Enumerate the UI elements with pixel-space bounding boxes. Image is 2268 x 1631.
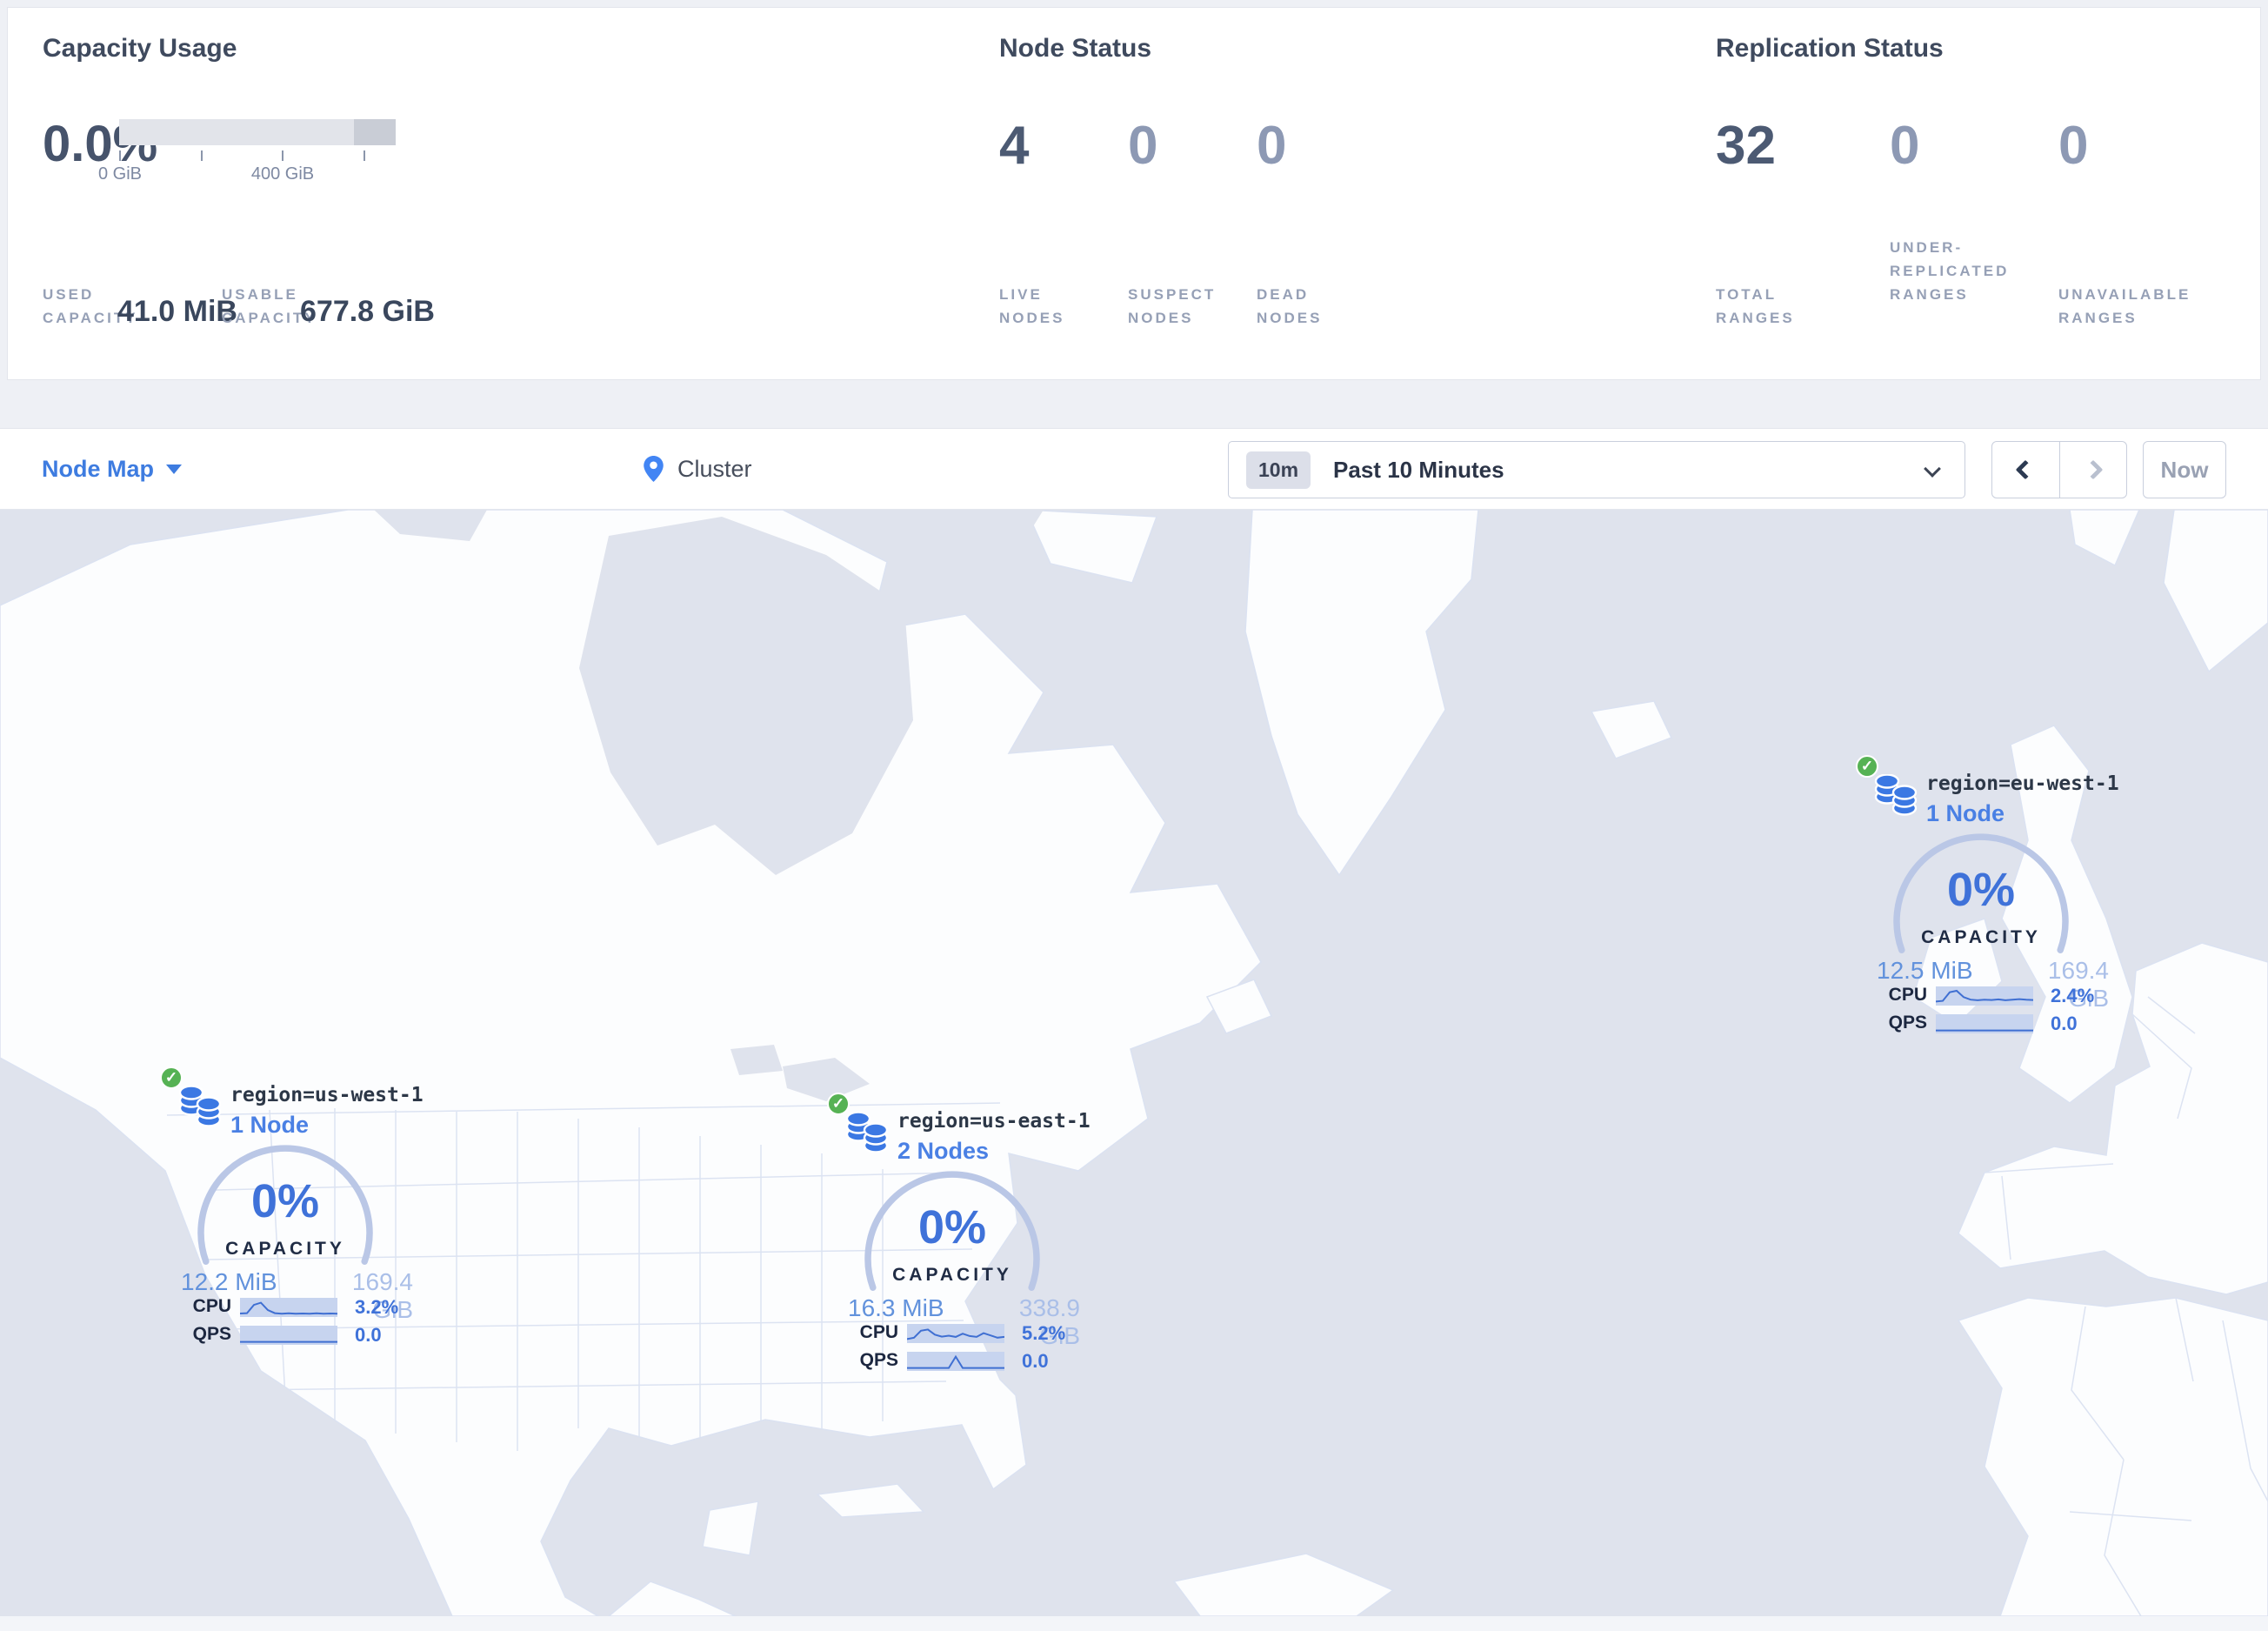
qps-value: 0.0 bbox=[1022, 1350, 1049, 1372]
suspect-nodes-label: SUSPECT NODES bbox=[1128, 286, 1217, 327]
capacity-percent-value: 0% bbox=[917, 1201, 987, 1253]
database-stack-icon bbox=[1874, 774, 1918, 816]
capacity-percent-value: 0% bbox=[1946, 864, 2016, 916]
axis-tick bbox=[364, 150, 365, 161]
qps-label: QPS bbox=[192, 1324, 231, 1344]
node-status-title: Node Status bbox=[999, 34, 1152, 63]
region-label: region=us-east-1 bbox=[897, 1110, 1091, 1133]
region-marker[interactable]: ✓ region=us-east-1 2 Nodes 0% CAPACITY 1… bbox=[813, 1093, 1100, 1388]
used-capacity-value: 41.0 MiB bbox=[117, 295, 237, 328]
qps-sparkline bbox=[240, 1326, 337, 1345]
breadcrumb-cluster[interactable]: Cluster bbox=[644, 429, 752, 509]
capacity-bar-other-segment bbox=[354, 119, 396, 145]
chevron-left-icon bbox=[2015, 459, 2036, 480]
tick-label-400: 400 GiB bbox=[250, 164, 315, 184]
view-mode-dropdown[interactable]: Node Map bbox=[42, 429, 183, 509]
qps-value: 0.0 bbox=[355, 1324, 382, 1346]
capacity-gauge-label: CAPACITY bbox=[225, 1239, 345, 1259]
now-button[interactable]: Now bbox=[2143, 441, 2226, 498]
tick-label-0: 0 GiB bbox=[97, 164, 143, 184]
under-replicated-count: 0 bbox=[1890, 116, 1920, 176]
cpu-sparkline bbox=[907, 1324, 1004, 1343]
time-range-dropdown[interactable]: 10m Past 10 Minutes bbox=[1228, 441, 1965, 498]
node-map bbox=[0, 510, 2268, 1616]
total-ranges-count: 32 bbox=[1716, 116, 1776, 176]
time-range-label: Past 10 Minutes bbox=[1333, 456, 1504, 483]
used-capacity-value: 12.5 MiB bbox=[1877, 957, 1973, 984]
breadcrumb-label: Cluster bbox=[677, 455, 752, 482]
cluster-summary-panel: Capacity Usage 0.0% 0 GiB 400 GiB USED C… bbox=[7, 7, 2261, 380]
region-label: region=us-west-1 bbox=[230, 1084, 424, 1106]
qps-label: QPS bbox=[1888, 1013, 1927, 1033]
axis-tick bbox=[119, 150, 121, 161]
live-nodes-label: LIVE NODES bbox=[999, 286, 1065, 327]
axis-tick bbox=[201, 150, 203, 161]
qps-sparkline bbox=[1936, 1014, 2033, 1033]
cpu-label: CPU bbox=[192, 1296, 231, 1316]
dead-nodes-label: DEAD NODES bbox=[1257, 286, 1323, 327]
region-marker[interactable]: ✓ region=eu-west-1 1 Node 0% CAPACITY 12… bbox=[1842, 755, 2129, 1051]
cpu-value: 5.2% bbox=[1022, 1322, 1066, 1344]
unavailable-label: UNAVAILABLE RANGES bbox=[2058, 286, 2191, 327]
under-replicated-label: UNDER-REPLICATED RANGES bbox=[1890, 239, 2010, 304]
view-mode-label: Node Map bbox=[42, 455, 155, 482]
cpu-value: 3.2% bbox=[355, 1296, 399, 1318]
replication-status-title: Replication Status bbox=[1716, 34, 1944, 63]
landmasses bbox=[0, 510, 2268, 1616]
live-nodes-count: 4 bbox=[999, 116, 1030, 176]
time-next-button[interactable] bbox=[2058, 442, 2127, 498]
location-pin-icon bbox=[644, 456, 664, 482]
region-marker[interactable]: ✓ region=us-west-1 1 Node 0% CAPACITY 12… bbox=[146, 1066, 433, 1362]
qps-value: 0.0 bbox=[2051, 1013, 2078, 1034]
chevron-down-icon bbox=[1924, 460, 1941, 478]
chevron-right-icon bbox=[2083, 459, 2104, 480]
unavailable-count: 0 bbox=[2058, 116, 2089, 176]
capacity-percent-value: 0% bbox=[250, 1175, 320, 1227]
axis-tick bbox=[282, 150, 284, 161]
time-step-controls bbox=[1991, 441, 2127, 498]
capacity-bar bbox=[119, 119, 396, 145]
world-map bbox=[0, 510, 2268, 1616]
capacity-gauge-label: CAPACITY bbox=[892, 1265, 1012, 1285]
capacity-usage-title: Capacity Usage bbox=[43, 34, 237, 63]
used-capacity-value: 16.3 MiB bbox=[848, 1294, 944, 1321]
usable-capacity-value: 677.8 GiB bbox=[300, 295, 435, 328]
database-stack-icon bbox=[845, 1112, 889, 1153]
region-label: region=eu-west-1 bbox=[1926, 772, 2119, 795]
now-button-label: Now bbox=[2160, 456, 2209, 483]
cpu-sparkline bbox=[1936, 986, 2033, 1006]
chevron-down-icon bbox=[166, 464, 183, 474]
capacity-gauge-label: CAPACITY bbox=[1921, 927, 2041, 947]
cpu-sparkline bbox=[240, 1298, 337, 1317]
database-stack-icon bbox=[178, 1086, 222, 1127]
time-range-badge: 10m bbox=[1246, 451, 1311, 489]
qps-sparkline bbox=[907, 1352, 1004, 1371]
cpu-value: 2.4% bbox=[2051, 985, 2095, 1006]
map-footer-strip bbox=[0, 1616, 2268, 1631]
dead-nodes-count: 0 bbox=[1257, 116, 1287, 176]
suspect-nodes-count: 0 bbox=[1128, 116, 1158, 176]
cpu-label: CPU bbox=[859, 1322, 898, 1342]
cpu-label: CPU bbox=[1888, 985, 1927, 1005]
qps-label: QPS bbox=[859, 1350, 898, 1370]
used-capacity-value: 12.2 MiB bbox=[181, 1268, 277, 1295]
total-ranges-label: TOTAL RANGES bbox=[1716, 286, 1795, 327]
map-toolbar: Node Map Cluster 10m Past 10 Minutes Now bbox=[0, 428, 2268, 510]
time-prev-button[interactable] bbox=[1992, 442, 2059, 498]
